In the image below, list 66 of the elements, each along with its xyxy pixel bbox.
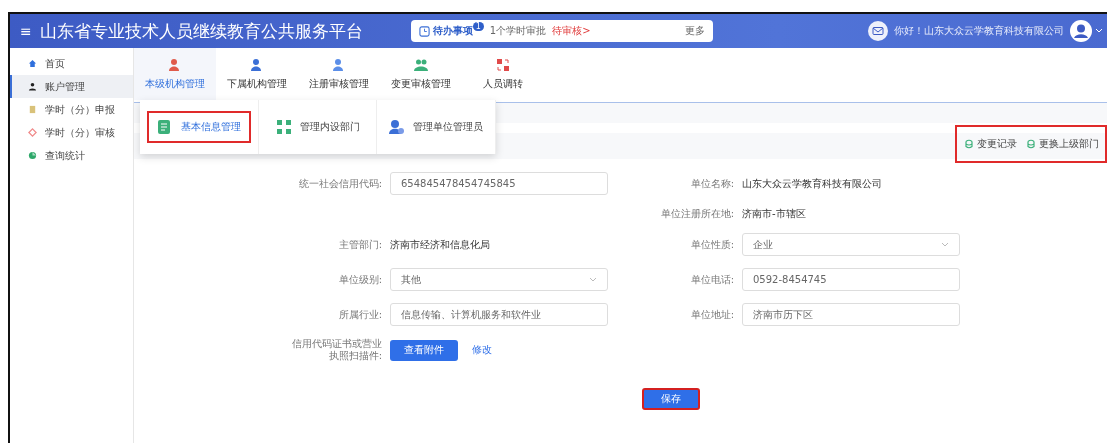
user-icon <box>28 82 37 91</box>
tab[interactable]: 人员调转 <box>462 48 544 100</box>
tab[interactable]: 下属机构管理 <box>216 48 298 100</box>
document-icon <box>28 105 37 114</box>
field-label: 单位级别: <box>337 273 382 286</box>
todo-text: 1个学时审批 <box>489 24 547 38</box>
field-label: 统一社会信用代码: <box>297 177 382 190</box>
todo-status-link[interactable]: 待审核> <box>552 24 591 38</box>
input-field[interactable]: 信息传输、计算机服务和软件业 <box>390 303 608 326</box>
tab[interactable]: 变更审核管理 <box>380 48 462 100</box>
person-icon <box>250 57 264 72</box>
input-field[interactable]: 0592-8454745 <box>742 268 960 291</box>
input-field[interactable]: 济南市历下区 <box>742 303 960 326</box>
site-title: 山东省专业技术人员继续教育公共服务平台 <box>39 19 363 43</box>
swap-icon <box>496 57 510 72</box>
person-icon <box>168 57 182 72</box>
submenu-item[interactable]: 管理内设部门 <box>265 111 370 143</box>
user-icon <box>389 119 406 135</box>
submenu-item[interactable]: 管理单位管理员 <box>379 111 494 143</box>
sidebar-item[interactable]: 首页 <box>10 52 133 75</box>
field-label: 单位地址: <box>689 308 734 321</box>
caret-icon[interactable] <box>1095 28 1103 34</box>
field-label: 单位性质: <box>689 238 734 251</box>
select-field[interactable]: 其他 <box>390 268 608 291</box>
submenu-item[interactable]: 基本信息管理 <box>146 111 251 143</box>
avatar-icon[interactable] <box>1070 20 1092 42</box>
view-attachment-button[interactable]: 查看附件 <box>390 339 458 361</box>
greeting-text: 你好！山东大众云学教育科技有限公司 <box>894 24 1064 38</box>
input-field[interactable]: 654845478454745845 <box>390 172 608 195</box>
database-icon <box>965 139 973 149</box>
people-icon <box>414 57 428 72</box>
todo-label[interactable]: 待办事项 <box>432 24 473 38</box>
document-icon <box>156 119 173 135</box>
diamond-icon <box>28 128 37 137</box>
field-label: 单位电话: <box>689 273 734 286</box>
clock-icon <box>418 25 430 37</box>
pie-chart-icon <box>28 151 37 160</box>
field-label: 单位注册所在地: <box>659 208 734 220</box>
action-link[interactable]: 变更记录 <box>965 137 1017 151</box>
tab[interactable]: 注册审核管理 <box>298 48 380 100</box>
field-label: 单位名称: <box>689 177 734 190</box>
person-icon <box>332 57 346 72</box>
field-label: 主管部门: <box>337 238 382 251</box>
field-label: 所属行业: <box>337 308 382 321</box>
save-button[interactable]: 保存 <box>642 388 700 410</box>
select-field[interactable]: 企业 <box>742 233 960 256</box>
sidebar-item[interactable]: 查询统计 <box>10 144 133 167</box>
field-value: 山东大众云学教育科技有限公司 <box>742 177 882 189</box>
field-label: 信用代码证书或营业执照扫描件: <box>291 338 382 362</box>
menu-icon[interactable]: ≡ <box>20 23 32 39</box>
field-value: 济南市-市辖区 <box>742 208 806 219</box>
more-link[interactable]: 更多 <box>684 24 705 38</box>
chevron-down-icon <box>589 277 597 283</box>
sidebar-item[interactable]: 学时（分）申报 <box>10 98 133 121</box>
edit-link[interactable]: 修改 <box>472 343 492 357</box>
count-badge: 1 <box>472 21 484 31</box>
sidebar-item[interactable]: 账户管理 <box>10 75 133 98</box>
action-link[interactable]: 更换上级部门 <box>1027 137 1099 151</box>
sidebar-item[interactable]: 学时（分）审核 <box>10 121 133 144</box>
tab[interactable]: 本级机构管理 <box>134 48 216 100</box>
field-value: 济南市经济和信息化局 <box>390 238 490 250</box>
mail-icon[interactable] <box>868 21 888 41</box>
home-icon <box>28 59 37 68</box>
chevron-down-icon <box>941 242 949 248</box>
database-icon <box>1027 139 1035 149</box>
grid-icon <box>275 119 292 135</box>
